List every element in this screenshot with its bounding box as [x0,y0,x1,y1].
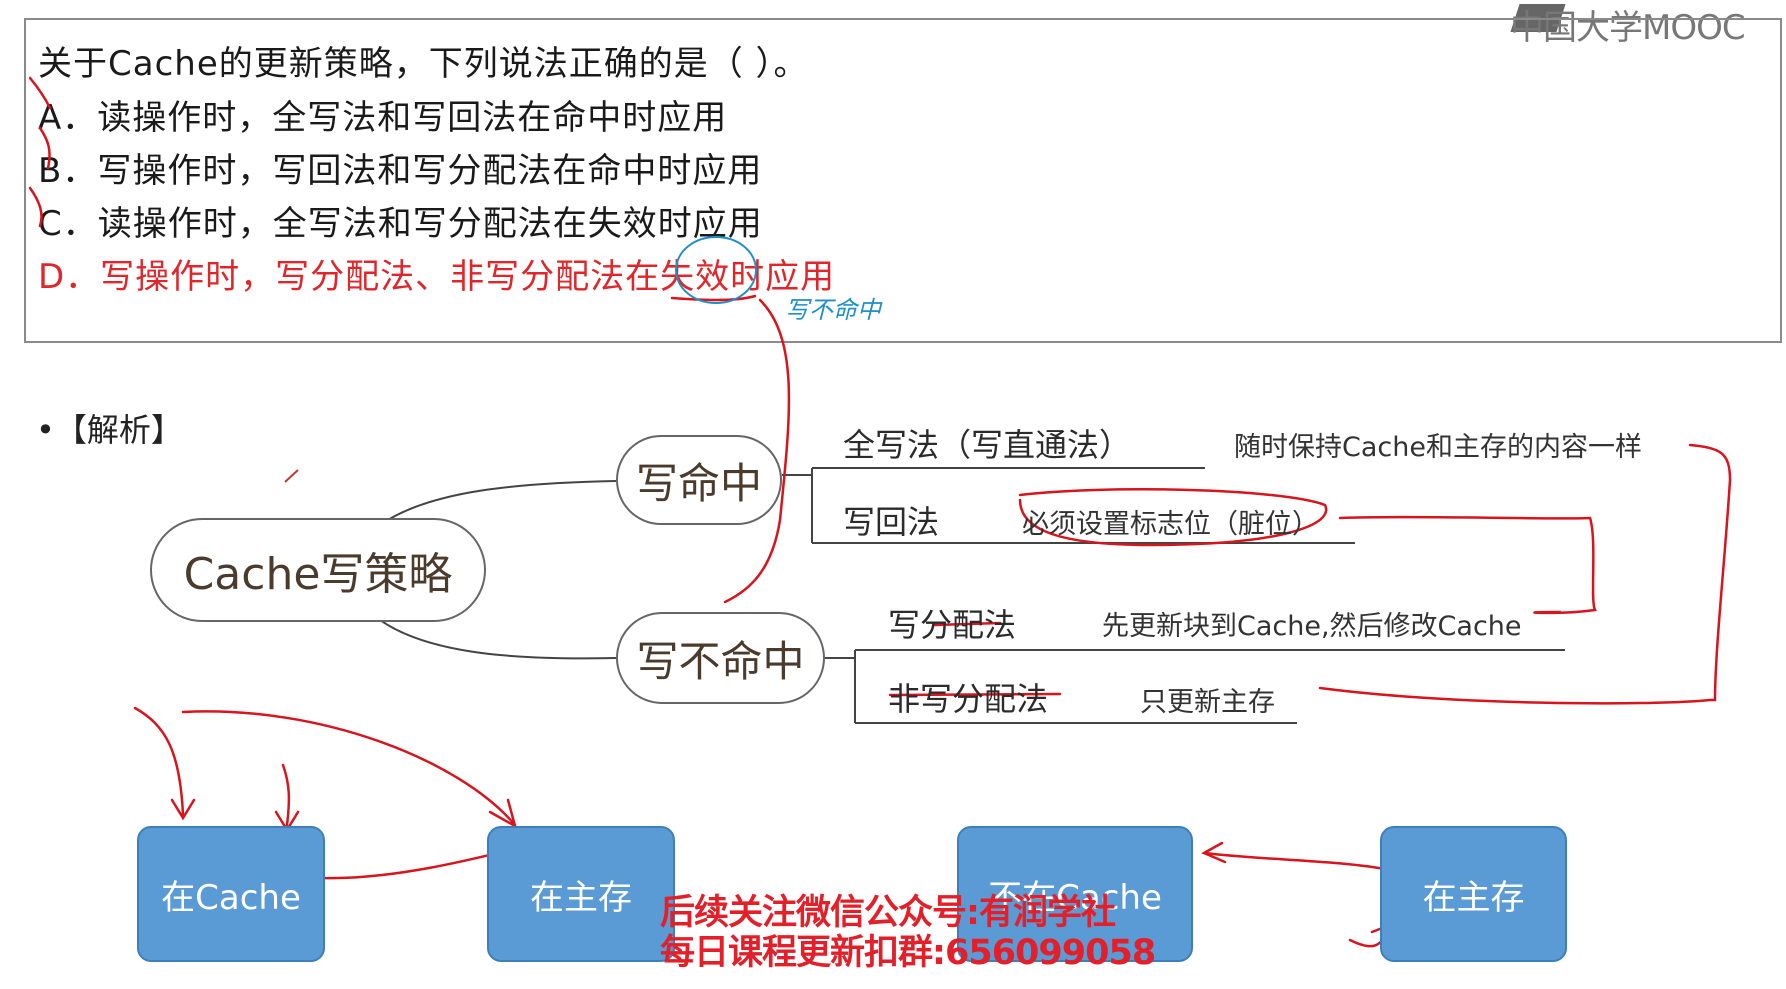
root-label: Cache写策略 [183,549,453,600]
write-miss-label: 写不命中 [636,636,805,686]
desc-write-back: 必须设置标志位（脏位） [1022,509,1319,540]
mindmap-write-miss-node: 写不命中 [616,612,825,704]
box-in-cache: 在Cache [137,826,325,962]
box-in-main-memory-label: 在主存 [530,877,632,918]
box-in-cache-label: 在Cache [161,877,301,918]
mindmap-root-node: Cache写策略 [150,518,486,622]
desc-no-write-allocate: 只更新主存 [1140,687,1275,718]
box-in-main-memory-2-label: 在主存 [1422,877,1525,918]
write-hit-label: 写命中 [635,458,762,508]
box-in-main-memory-2: 在主存 [1380,826,1567,962]
leaf-write-allocate: 写分配法 [888,606,1017,644]
desc-write-allocate: 先更新块到Cache,然后修改Cache [1102,611,1522,642]
desc-write-through: 随时保持Cache和主存的内容一样 [1234,432,1642,463]
leaf-no-write-allocate: 非写分配法 [888,680,1049,718]
mindmap-write-hit-node: 写命中 [616,435,782,525]
leaf-write-back: 写回法 [843,503,940,541]
leaf-write-through: 全写法（写直通法） [843,426,1132,464]
box-in-main-memory: 在主存 [487,826,675,962]
watermark-line-2: 每日课程更新扣群:656099058 [660,933,1156,973]
